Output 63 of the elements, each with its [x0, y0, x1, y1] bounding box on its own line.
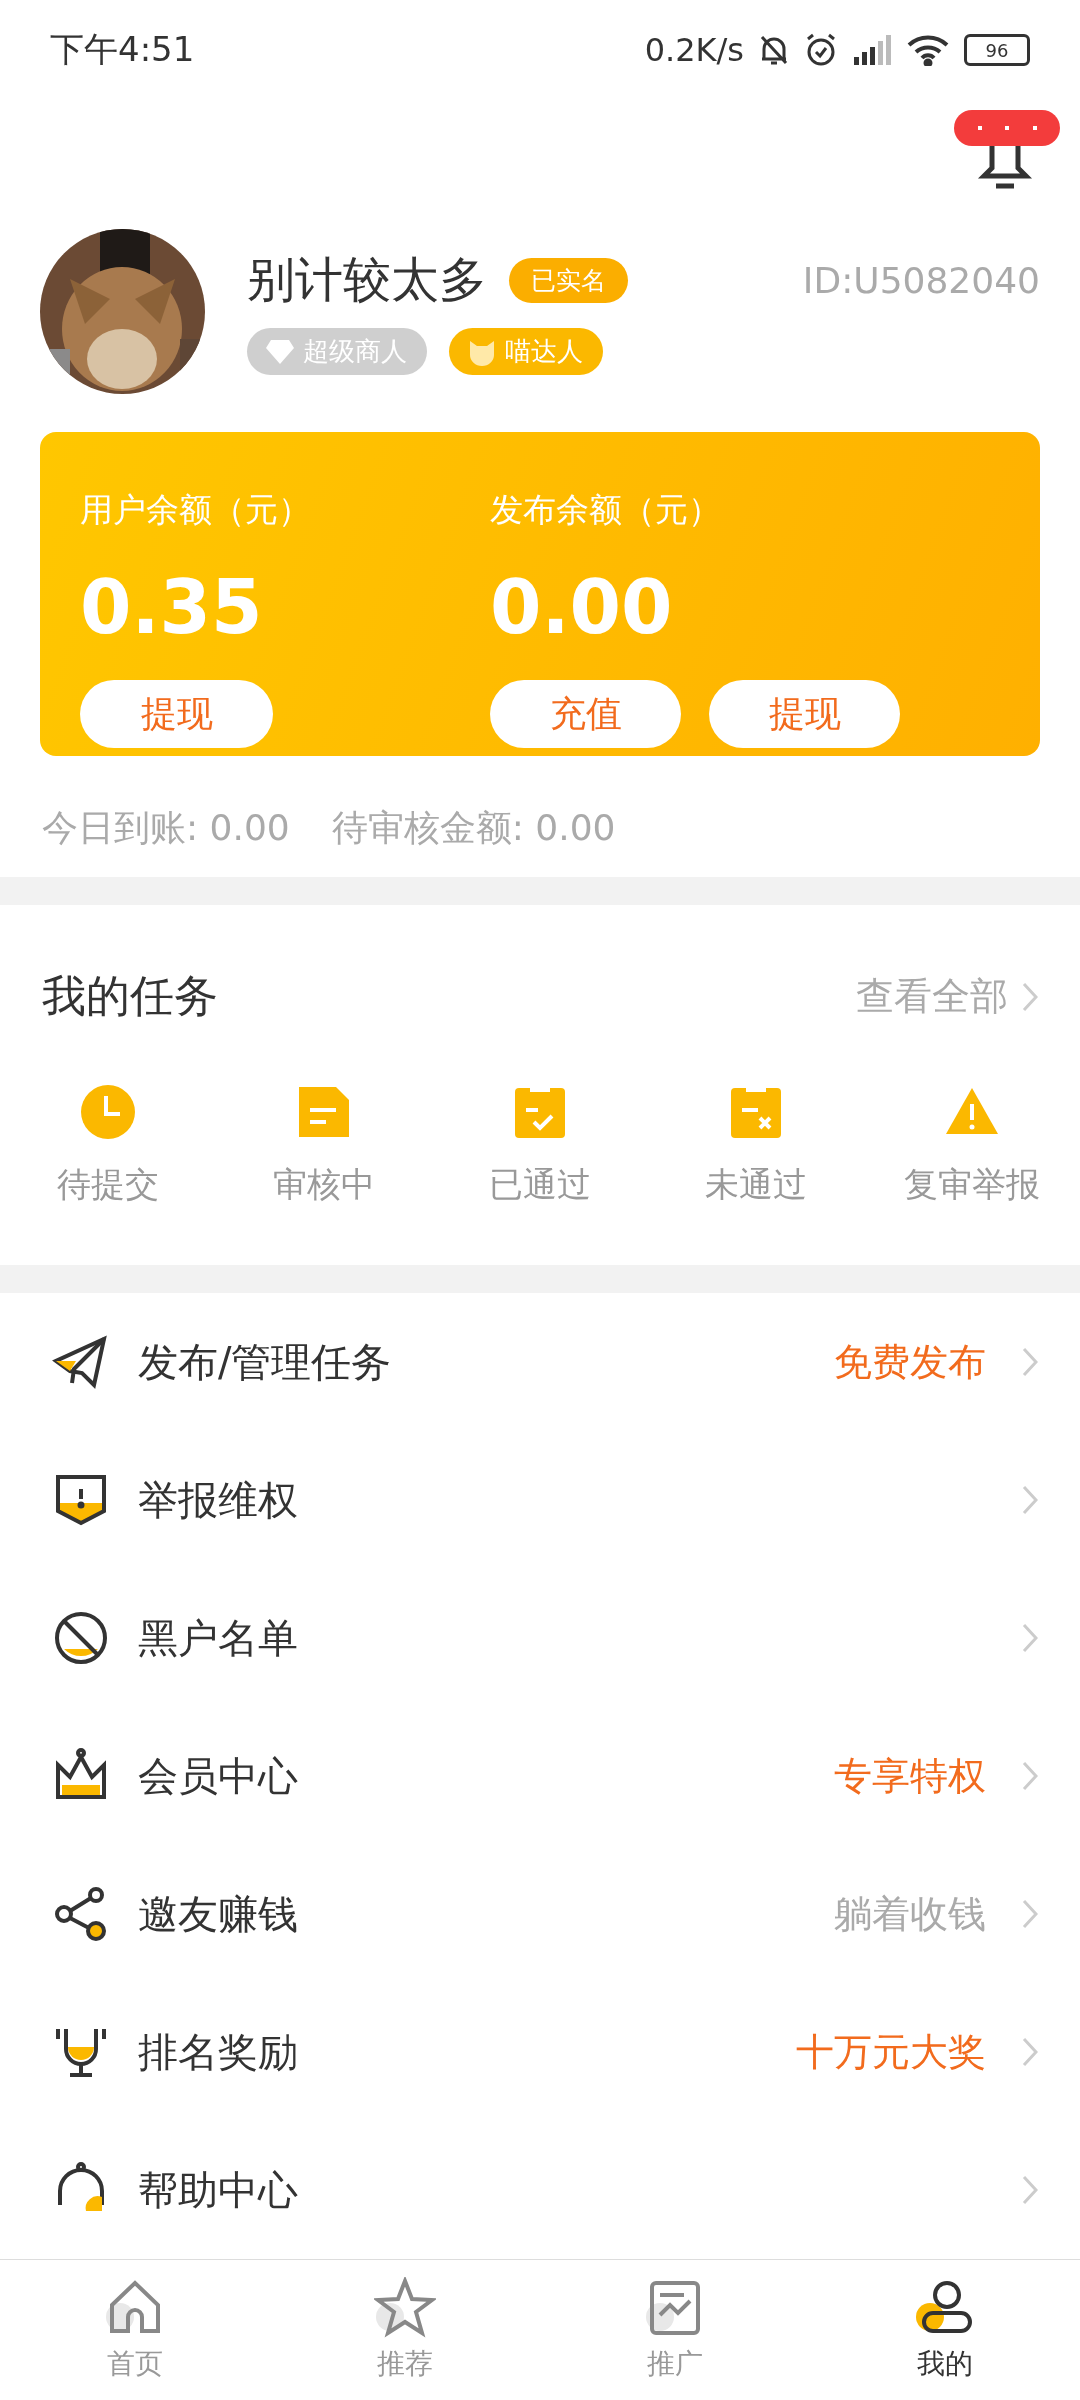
- clock-icon: [80, 1084, 136, 1140]
- menu-row[interactable]: 帮助中心: [0, 2121, 1080, 2259]
- tab-bar-item[interactable]: 首页: [0, 2260, 270, 2400]
- menu-note: 专享特权: [834, 1752, 986, 1800]
- menu-label: 会员中心: [138, 1751, 298, 1801]
- wifi-icon: [906, 34, 950, 66]
- ban-icon: [52, 1609, 110, 1667]
- menu-label: 邀友赚钱: [138, 1889, 298, 1939]
- menu-row[interactable]: 黑户名单: [0, 1569, 1080, 1707]
- balance-amount: 0.00: [490, 564, 674, 650]
- task-status-button[interactable]: 复审举报: [864, 1084, 1080, 1208]
- document-icon: [296, 1084, 352, 1140]
- chevron-right-icon: [1022, 981, 1038, 1012]
- user-name: 别计较太多: [247, 250, 487, 309]
- menu-row[interactable]: 举报维权: [0, 1431, 1080, 1569]
- muted-bell-icon: [758, 33, 790, 67]
- task-status-button[interactable]: 未通过: [648, 1084, 864, 1208]
- badge-label: 喵达人: [505, 335, 583, 368]
- task-status-button[interactable]: 审核中: [216, 1084, 432, 1208]
- chevron-right-icon: [1022, 2175, 1038, 2205]
- paper-plane-icon: [52, 1333, 110, 1391]
- menu-label: 发布/管理任务: [138, 1337, 392, 1387]
- status-time: 下午4:51: [50, 28, 195, 71]
- menu-note: 躺着收钱: [834, 1890, 986, 1938]
- tab-bar-item[interactable]: 我的: [810, 2260, 1080, 2400]
- wallet-button[interactable]: 提现: [80, 680, 273, 748]
- user-id: ID:U5082040: [802, 259, 1040, 301]
- tab-bar-item[interactable]: 推荐: [270, 2260, 540, 2400]
- menu-label: 黑户名单: [138, 1613, 298, 1663]
- view-all-link[interactable]: 查看全部: [856, 971, 1038, 1022]
- menu-row[interactable]: 排名奖励 十万元大奖: [0, 1983, 1080, 2121]
- chevron-right-icon: [1022, 2037, 1038, 2067]
- task-status-button[interactable]: 已通过: [432, 1084, 648, 1208]
- menu-row[interactable]: 邀友赚钱 躺着收钱: [0, 1845, 1080, 1983]
- chevron-right-icon: [1022, 1761, 1038, 1791]
- verified-badge: 已实名: [509, 257, 628, 303]
- wallet-button[interactable]: 充值: [490, 680, 681, 748]
- diamond-icon: [265, 338, 295, 365]
- balance-amount: 0.35: [80, 564, 264, 650]
- menu-label: 帮助中心: [138, 2165, 298, 2215]
- chevron-right-icon: [1022, 1623, 1038, 1653]
- task-status-button[interactable]: 待提交: [0, 1084, 216, 1208]
- tab-bar-item[interactable]: 推广: [540, 2260, 810, 2400]
- summary-text: 待审核金额: 0.00: [331, 806, 616, 851]
- star-icon: [374, 2277, 436, 2339]
- menu-label: 排名奖励: [138, 2027, 298, 2077]
- section-title: 我的任务: [42, 969, 218, 1023]
- balance-label: 发布余额（元）: [490, 489, 722, 531]
- wallet-button[interactable]: 提现: [709, 680, 900, 748]
- summary-text: 今日到账: 0.00: [42, 806, 290, 851]
- signal-icon: [852, 35, 892, 65]
- menu-note: 十万元大奖: [796, 2028, 986, 2076]
- menu-label: 举报维权: [138, 1475, 298, 1525]
- alarm-icon: [804, 33, 838, 67]
- chevron-right-icon: [1022, 1347, 1038, 1377]
- menu-row[interactable]: 会员中心 专享特权: [0, 1707, 1080, 1845]
- battery-level: 96: [964, 34, 1030, 66]
- chevron-right-icon: [1022, 1899, 1038, 1929]
- balance-label: 用户余额（元）: [80, 489, 312, 531]
- chevron-right-icon: [1022, 1485, 1038, 1515]
- menu-note: 免费发布: [834, 1338, 986, 1386]
- menu-row[interactable]: 发布/管理任务 免费发布: [0, 1293, 1080, 1431]
- network-speed: 0.2K/s: [644, 31, 744, 69]
